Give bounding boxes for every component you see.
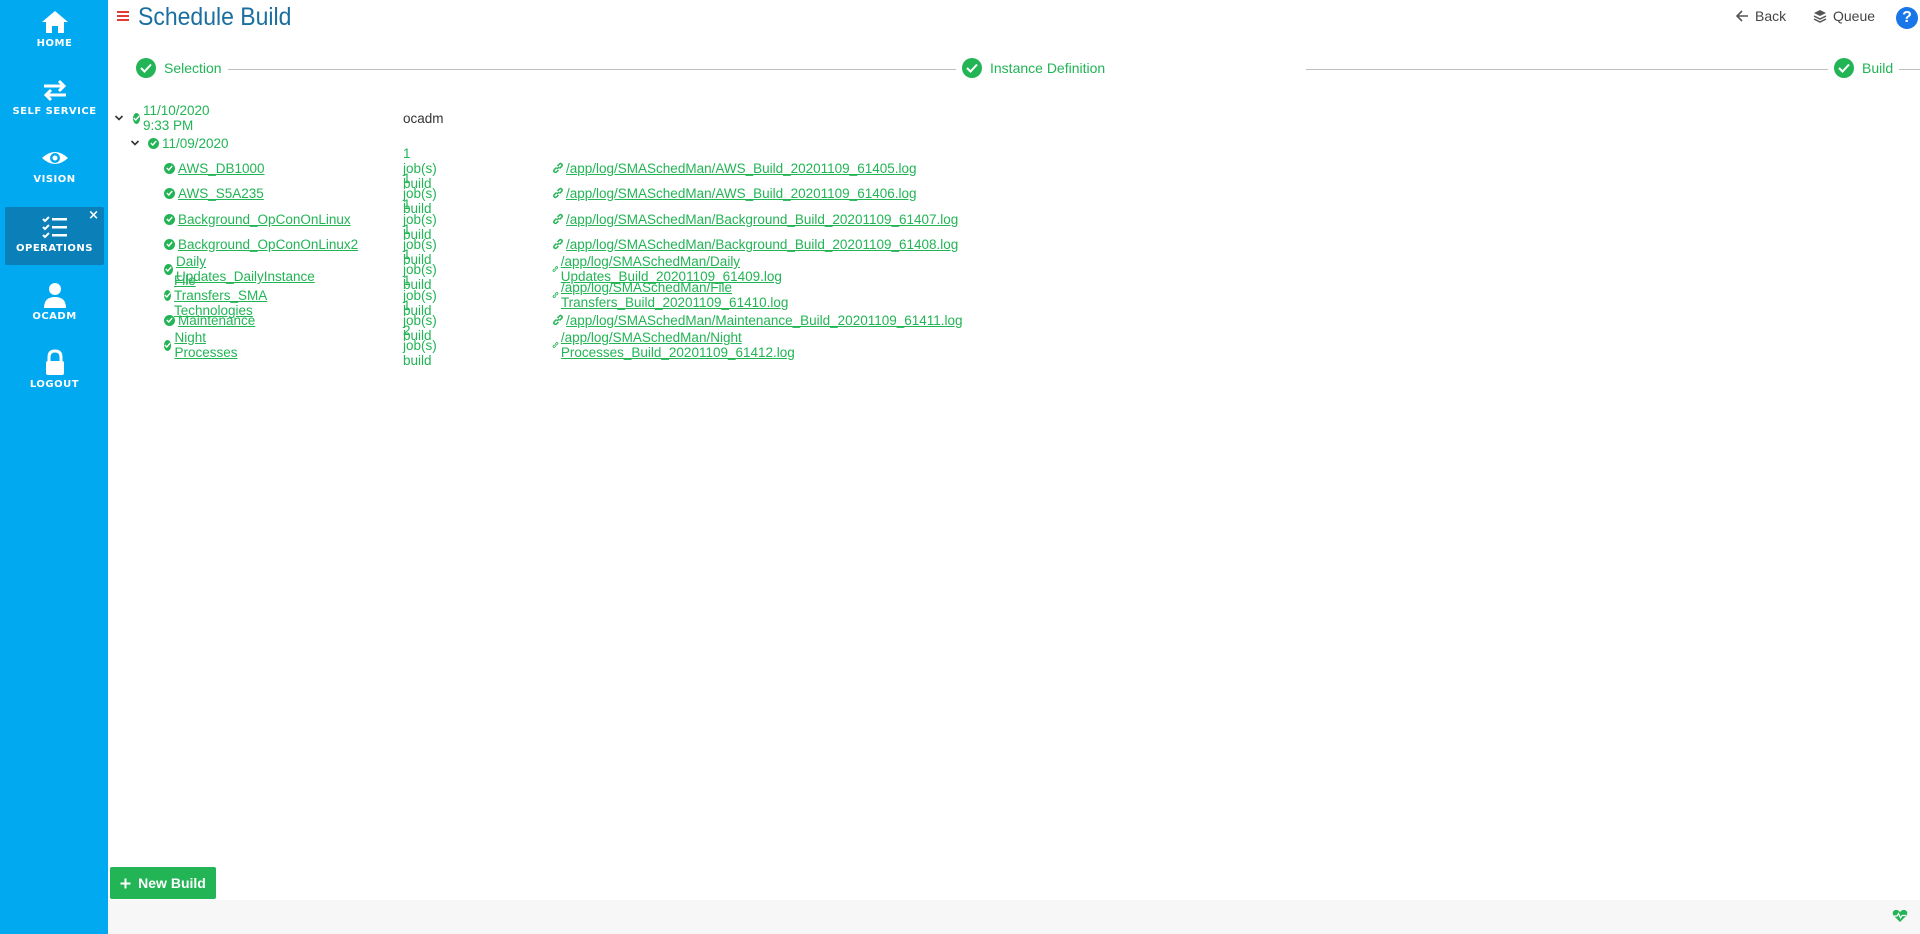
new-build-button[interactable]: New Build	[110, 867, 216, 899]
sidebar: HOME SELF SERVICE VISION × OPERATIONS OC…	[0, 0, 108, 934]
check-circle-icon	[148, 137, 159, 149]
queue-button[interactable]: Queue	[1813, 8, 1875, 24]
link-icon	[553, 238, 563, 250]
schedule-log-link[interactable]: /app/log/SMASchedMan/Background_Build_20…	[566, 212, 958, 227]
schedule-log-row: /app/log/SMASchedMan/Daily Updates_Build…	[552, 254, 787, 284]
chevron-down-icon[interactable]	[114, 113, 124, 123]
step-selection: Selection	[136, 58, 228, 78]
schedule-row: Maintenance	[164, 311, 255, 329]
nav-logout-label: LOGOUT	[29, 379, 80, 390]
check-circle-icon	[164, 339, 172, 351]
nav-self-service[interactable]: SELF SERVICE	[5, 70, 104, 128]
footer-bar	[108, 900, 1920, 934]
link-icon	[552, 266, 559, 272]
link-icon	[553, 314, 563, 326]
check-circle-icon	[1834, 58, 1854, 78]
tree-root-label: 11/10/2020 9:33 PM	[143, 103, 210, 133]
menu-toggle-icon[interactable]	[117, 11, 129, 23]
lock-icon	[45, 349, 64, 375]
step-label: Selection	[164, 60, 222, 76]
schedule-row: Night Processes	[164, 330, 241, 360]
new-build-label: New Build	[138, 875, 206, 891]
nav-vision-label: VISION	[33, 174, 76, 185]
schedule-name-link[interactable]: Background_OpConOnLinux2	[178, 237, 358, 252]
schedule-log-link[interactable]: /app/log/SMASchedMan/AWS_Build_20201109_…	[566, 186, 917, 201]
schedule-log-row: /app/log/SMASchedMan/File Transfers_Buil…	[552, 280, 793, 310]
check-circle-icon	[164, 314, 175, 326]
nav-operations-label: OPERATIONS	[16, 243, 93, 254]
nav-self-service-label: SELF SERVICE	[12, 106, 97, 117]
tree-root-user: ocadm	[403, 110, 444, 126]
heartbeat-icon	[1892, 909, 1908, 922]
queue-button-label: Queue	[1833, 8, 1876, 24]
check-circle-icon	[164, 162, 175, 174]
schedule-job-count: 2 job(s) build	[403, 322, 437, 368]
nav-vision[interactable]: VISION	[5, 138, 104, 196]
schedule-name-link[interactable]: AWS_DB1000	[178, 161, 265, 176]
schedule-log-row: /app/log/SMASchedMan/Maintenance_Build_2…	[552, 311, 963, 329]
tree-date-row[interactable]: 11/09/2020	[148, 134, 229, 152]
stepper: Selection Instance Definition Build	[136, 58, 1920, 80]
schedule-log-link[interactable]: /app/log/SMASchedMan/AWS_Build_20201109_…	[566, 161, 917, 176]
back-button-label: Back	[1755, 8, 1787, 24]
nav-logout[interactable]: LOGOUT	[5, 343, 104, 401]
layers-icon	[1813, 10, 1827, 23]
schedule-name-link[interactable]: AWS_S5A235	[178, 186, 264, 201]
help-icon[interactable]: ?	[1896, 7, 1918, 29]
tree-root-row[interactable]: 11/10/2020 9:33 PM	[133, 103, 214, 133]
page-title: Schedule Build	[138, 3, 292, 31]
schedule-log-row: /app/log/SMASchedMan/AWS_Build_20201109_…	[552, 184, 917, 202]
nav-operations[interactable]: × OPERATIONS	[5, 207, 104, 265]
check-circle-icon	[136, 58, 156, 78]
step-instance-definition: Instance Definition	[956, 58, 1112, 78]
plus-icon	[120, 878, 131, 888]
nav-home-label: HOME	[36, 38, 73, 49]
link-icon	[553, 213, 563, 225]
schedule-log-link[interactable]: /app/log/SMASchedMan/Maintenance_Build_2…	[566, 313, 963, 328]
arrow-left-icon	[1736, 10, 1748, 22]
check-circle-icon	[164, 213, 175, 225]
schedule-log-link[interactable]: /app/log/SMASchedMan/Background_Build_20…	[566, 237, 958, 252]
checklist-icon	[41, 216, 67, 239]
check-circle-icon	[164, 238, 175, 250]
step-label: Instance Definition	[990, 60, 1106, 76]
close-icon[interactable]: ×	[88, 208, 99, 223]
schedule-name-link[interactable]: Night Processes	[174, 330, 241, 360]
swap-arrows-icon	[43, 79, 66, 102]
tree-date-label: 11/09/2020	[162, 135, 229, 151]
check-circle-icon	[164, 289, 171, 301]
schedule-name-link[interactable]: Background_OpConOnLinux	[178, 212, 351, 227]
eye-icon	[41, 152, 68, 164]
home-icon	[41, 11, 68, 33]
link-icon	[553, 187, 563, 199]
schedule-row: Background_OpConOnLinux	[164, 210, 351, 228]
chevron-down-icon[interactable]	[130, 138, 140, 148]
step-build: Build	[1828, 58, 1900, 78]
user-icon	[43, 283, 66, 308]
schedule-row: Background_OpConOnLinux2	[164, 235, 358, 253]
nav-ocadm-label: OCADM	[32, 311, 77, 322]
schedule-log-row: /app/log/SMASchedMan/AWS_Build_20201109_…	[552, 159, 917, 177]
link-icon	[553, 162, 563, 174]
schedule-name-link[interactable]: Maintenance	[178, 313, 255, 328]
schedule-row: AWS_DB1000	[164, 159, 265, 177]
nav-home[interactable]: HOME	[5, 2, 104, 60]
schedule-row: File Transfers_SMA Technologies	[164, 273, 271, 318]
nav-ocadm[interactable]: OCADM	[5, 275, 104, 333]
link-icon	[552, 342, 559, 348]
check-circle-icon	[962, 58, 982, 78]
check-circle-icon	[164, 187, 175, 199]
schedule-row: AWS_S5A235	[164, 184, 264, 202]
step-label: Build	[1862, 60, 1894, 76]
schedule-log-row: /app/log/SMASchedMan/Background_Build_20…	[552, 235, 958, 253]
link-icon	[552, 292, 559, 298]
schedule-log-row: /app/log/SMASchedMan/Background_Build_20…	[552, 210, 958, 228]
check-circle-icon	[133, 112, 140, 124]
schedule-log-link[interactable]: /app/log/SMASchedMan/Night Processes_Bui…	[561, 330, 800, 360]
back-button[interactable]: Back	[1736, 8, 1786, 24]
schedule-log-link[interactable]: /app/log/SMASchedMan/File Transfers_Buil…	[561, 280, 793, 310]
check-circle-icon	[164, 263, 173, 275]
schedule-log-row: /app/log/SMASchedMan/Night Processes_Bui…	[552, 330, 800, 360]
